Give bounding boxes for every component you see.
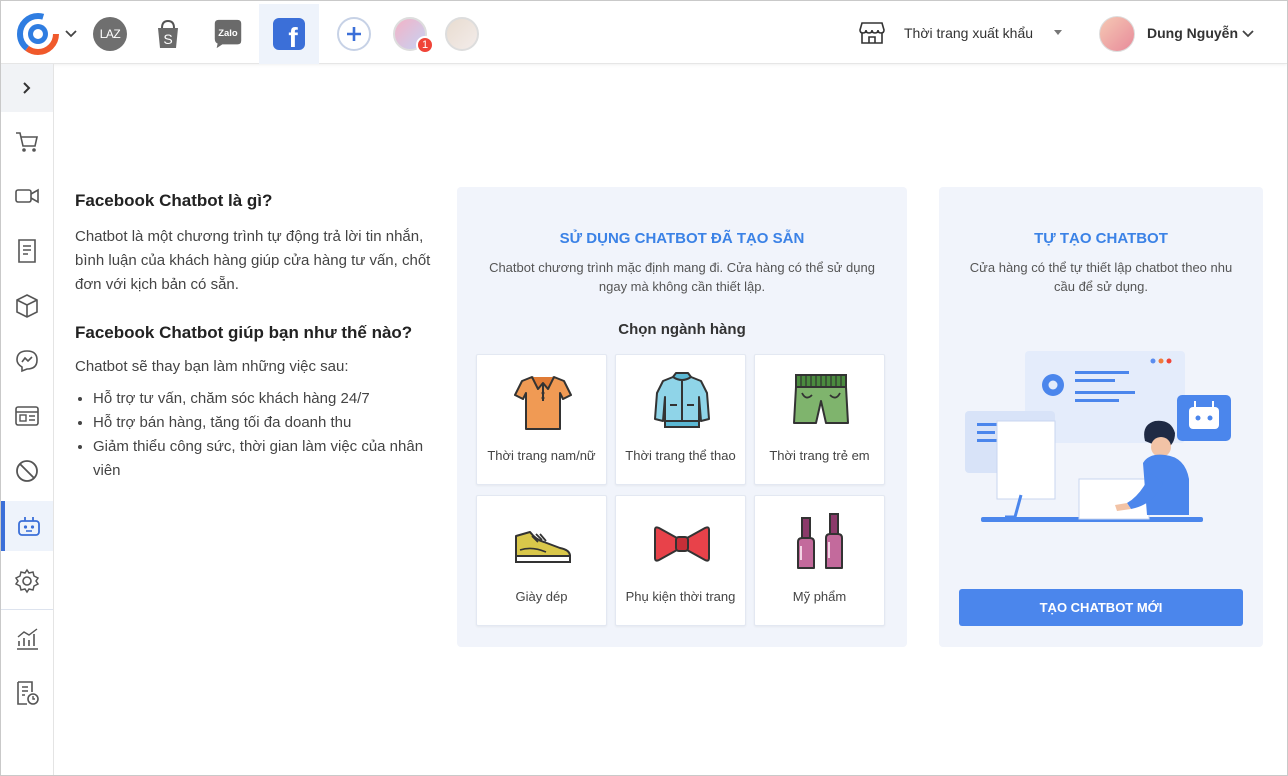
caret-down-icon[interactable]	[1053, 29, 1063, 37]
user-avatar[interactable]	[1099, 16, 1135, 52]
sidebar-item-settings[interactable]	[1, 556, 53, 606]
gear-icon	[14, 568, 40, 594]
category-card-kids[interactable]: Thời trang trẻ em	[754, 354, 885, 485]
shorts-icon	[793, 374, 849, 424]
category-card-cosmetics[interactable]: Mỹ phẩm	[754, 495, 885, 626]
category-label: Mỹ phẩm	[792, 589, 847, 604]
category-card-sportswear[interactable]: Thời trang thể thao	[615, 354, 746, 485]
messenger-icon	[16, 350, 38, 373]
document-icon	[18, 239, 36, 263]
sidebar-item-orders[interactable]	[1, 117, 53, 167]
sidebar-item-chatbot[interactable]	[1, 501, 53, 551]
jacket-icon	[654, 372, 710, 428]
category-label: Thời trang nam/nữ	[487, 448, 596, 463]
create-title: TỰ TẠO CHATBOT	[1034, 230, 1168, 247]
sidebar	[1, 64, 54, 775]
channel-lazada[interactable]: LAZ	[93, 17, 127, 51]
sidebar-item-reports[interactable]	[1, 614, 53, 664]
sidebar-item-blocked[interactable]	[1, 446, 53, 496]
create-chatbot-button[interactable]: TẠO CHATBOT MỚI	[959, 589, 1243, 626]
list-item: Hỗ trợ bán hàng, tăng tối đa doanh thu	[93, 411, 435, 435]
intro-title-how: Facebook Chatbot giúp bạn như thế nào?	[75, 323, 413, 342]
sidebar-item-products[interactable]	[1, 281, 53, 331]
channel-shopee-label: S	[163, 31, 172, 47]
cart-icon	[16, 132, 38, 152]
category-label: Thời trang thể thao	[625, 448, 736, 463]
category-label: Thời trang trẻ em	[769, 448, 870, 463]
polo-shirt-icon	[514, 376, 572, 430]
prebuilt-chatbot-panel: SỬ DỤNG CHATBOT ĐÃ TẠO SẴN Chatbot chươn…	[457, 187, 907, 647]
channel-lazada-label: LAZ	[99, 27, 121, 41]
shopee-bag-icon: S	[158, 19, 178, 48]
sidebar-item-history[interactable]	[1, 668, 53, 718]
bow-tie-icon	[654, 526, 710, 562]
video-icon	[15, 188, 39, 204]
box-icon	[16, 294, 38, 318]
intro-paragraph-what: Chatbot là một chương trình tự động trả …	[75, 228, 431, 293]
category-card-shoes[interactable]: Giày dép	[476, 495, 607, 626]
channel-zalo[interactable]: Zalo	[211, 17, 245, 51]
app-logo-icon[interactable]	[17, 13, 59, 55]
chatbot-illustration	[965, 351, 1231, 522]
intro-title-what: Facebook Chatbot là gì?	[75, 191, 273, 210]
add-channel-button[interactable]	[337, 17, 371, 51]
channel-zalo-label: Zalo	[218, 28, 238, 39]
top-bar: LAZ S Zalo f 1 Thời trang xuất khẩu Dung…	[1, 1, 1287, 64]
chevron-right-icon	[23, 82, 31, 94]
page-avatar-2[interactable]	[445, 17, 479, 51]
block-icon	[16, 460, 38, 482]
channel-facebook-label: f	[288, 22, 298, 51]
category-card-accessories[interactable]: Phụ kiện thời trang	[615, 495, 746, 626]
chatbot-icon	[18, 517, 40, 536]
sidebar-item-livestream[interactable]	[1, 171, 53, 221]
sidebar-expand-button[interactable]	[1, 64, 53, 112]
prebuilt-title: SỬ DỤNG CHATBOT ĐÃ TẠO SẴN	[559, 230, 805, 247]
list-item: Giảm thiểu công sức, thời gian làm việc …	[93, 435, 435, 483]
choose-category-label: Chọn ngành hàng	[618, 321, 746, 338]
id-card-icon	[15, 406, 39, 426]
sidebar-divider	[1, 609, 53, 610]
sneaker-icon	[515, 531, 571, 563]
user-name[interactable]: Dung Nguyễn	[1147, 25, 1238, 41]
chevron-down-icon[interactable]	[1241, 28, 1255, 40]
channel-shopee[interactable]: S	[151, 17, 185, 51]
report-clock-icon	[17, 681, 39, 705]
list-item: Hỗ trợ tư vấn, chăm sóc khách hàng 24/7	[93, 387, 435, 411]
sidebar-item-customers[interactable]	[1, 391, 53, 441]
chart-icon	[17, 628, 38, 650]
create-chatbot-panel: TỰ TẠO CHATBOT Cửa hàng có thể tự thiết …	[939, 187, 1263, 647]
app-window: LAZ S Zalo f 1 Thời trang xuất khẩu Dung…	[0, 0, 1288, 776]
category-card-fashion[interactable]: Thời trang nam/nữ	[476, 354, 607, 485]
intro-paragraph-how: Chatbot sẽ thay bạn làm những việc sau:	[75, 358, 349, 375]
notification-badge: 1	[416, 36, 434, 54]
nail-polish-icon	[797, 513, 843, 569]
zalo-icon: Zalo	[214, 19, 242, 49]
store-icon	[859, 22, 885, 44]
prebuilt-description: Chatbot chương trình mặc định mang đi. C…	[489, 260, 875, 294]
category-label: Phụ kiện thời trang	[625, 589, 736, 604]
create-description: Cửa hàng có thể tự thiết lập chatbot the…	[969, 260, 1233, 294]
store-selector[interactable]: Thời trang xuất khẩu	[904, 25, 1033, 41]
chatbot-intro: Facebook Chatbot là gì? Chatbot là một c…	[75, 191, 435, 483]
category-label: Giày dép	[515, 589, 568, 604]
sidebar-item-messages[interactable]	[1, 336, 53, 386]
chevron-down-icon[interactable]	[64, 27, 78, 41]
plus-icon	[347, 27, 361, 41]
intro-benefit-list: Hỗ trợ tư vấn, chăm sóc khách hàng 24/7 …	[75, 387, 435, 483]
channel-facebook[interactable]: f	[272, 17, 306, 51]
sidebar-item-posts[interactable]	[1, 226, 53, 276]
